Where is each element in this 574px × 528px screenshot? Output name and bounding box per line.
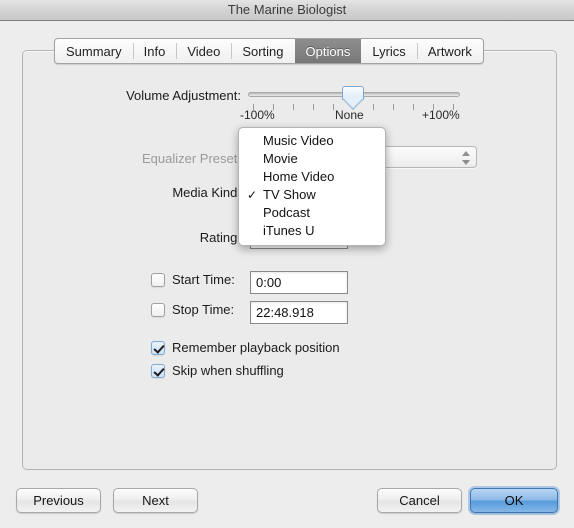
menu-item-music-video-label: Music Video (263, 133, 334, 148)
menu-item-music-video[interactable]: Music Video (239, 132, 385, 150)
menu-item-movie-label: Movie (263, 151, 298, 166)
track-info-window: The Marine Biologist Summary Info Video … (0, 0, 574, 528)
tab-artwork[interactable]: Artwork (416, 39, 483, 63)
menu-item-movie[interactable]: Movie (239, 150, 385, 168)
equalizer-preset-label: Equalizer Preset: (142, 151, 241, 166)
stepper-arrows-icon[interactable] (462, 150, 471, 166)
volume-max-label: +100% (422, 108, 460, 122)
previous-button[interactable]: Previous (16, 488, 101, 513)
slider-thumb[interactable] (342, 86, 364, 110)
ok-button[interactable]: OK (470, 488, 558, 513)
volume-scale-labels: -100% None +100% (240, 108, 468, 124)
tab-bar: Summary Info Video Sorting Options Lyric… (0, 38, 574, 64)
rating-label: Rating: (199, 230, 241, 245)
start-time-label: Start Time: (172, 272, 235, 287)
stop-time-checkbox[interactable] (151, 302, 165, 317)
window-title: The Marine Biologist (227, 2, 347, 17)
menu-item-home-video-label: Home Video (263, 169, 335, 184)
remember-playback-row[interactable]: Remember playback position (151, 340, 340, 355)
menu-item-home-video[interactable]: Home Video (239, 168, 385, 186)
tab-options-label: Options (305, 43, 351, 59)
menu-item-tv-show-label: TV Show (263, 187, 316, 202)
menu-item-tv-show[interactable]: ✓ TV Show (239, 186, 385, 204)
tab-lyrics-label: Lyrics (372, 43, 406, 59)
volume-adjustment-slider[interactable] (248, 86, 460, 110)
tab-video[interactable]: Video (176, 39, 231, 63)
tab-sorting-label: Sorting (242, 43, 284, 59)
stop-time-row: Stop Time: (151, 302, 234, 317)
menu-item-podcast-label: Podcast (263, 205, 310, 220)
start-time-row: Start Time: (151, 272, 235, 287)
volume-mid-label: None (335, 108, 364, 122)
remember-playback-checkbox[interactable] (151, 340, 165, 355)
tab-summary[interactable]: Summary (55, 39, 133, 63)
cancel-button[interactable]: Cancel (377, 488, 462, 513)
volume-adjustment-label: Volume Adjustment: (126, 88, 241, 103)
menu-item-itunes-u-label: iTunes U (263, 223, 315, 238)
skip-shuffling-label: Skip when shuffling (172, 363, 284, 378)
tab-sorting[interactable]: Sorting (231, 39, 294, 63)
tab-summary-label: Summary (66, 43, 122, 59)
skip-shuffling-row[interactable]: Skip when shuffling (151, 363, 284, 378)
media-kind-dropdown-menu: Music Video Movie Home Video ✓ TV Show P… (238, 127, 386, 246)
start-time-checkbox[interactable] (151, 272, 165, 287)
skip-shuffling-checkbox[interactable] (151, 363, 165, 378)
menu-item-itunes-u[interactable]: iTunes U (239, 222, 385, 240)
window-titlebar: The Marine Biologist (0, 0, 574, 21)
menu-item-podcast[interactable]: Podcast (239, 204, 385, 222)
tab-info[interactable]: Info (132, 39, 177, 63)
tab-artwork-label: Artwork (427, 43, 472, 59)
checkmark-icon: ✓ (247, 188, 258, 202)
remember-playback-label: Remember playback position (172, 340, 340, 355)
next-button[interactable]: Next (113, 488, 198, 513)
start-time-input[interactable]: 0:00 (250, 271, 348, 294)
tab-info-label: Info (143, 43, 166, 59)
tab-group: Summary Info Video Sorting Options Lyric… (54, 38, 484, 64)
media-kind-label: Media Kind: (172, 185, 241, 200)
stop-time-label: Stop Time: (172, 302, 235, 317)
tab-lyrics[interactable]: Lyrics (361, 39, 416, 63)
tab-video-label: Video (187, 43, 221, 59)
tab-options[interactable]: Options (294, 39, 362, 63)
volume-min-label: -100% (240, 108, 275, 122)
stop-time-input[interactable]: 22:48.918 (250, 301, 348, 324)
